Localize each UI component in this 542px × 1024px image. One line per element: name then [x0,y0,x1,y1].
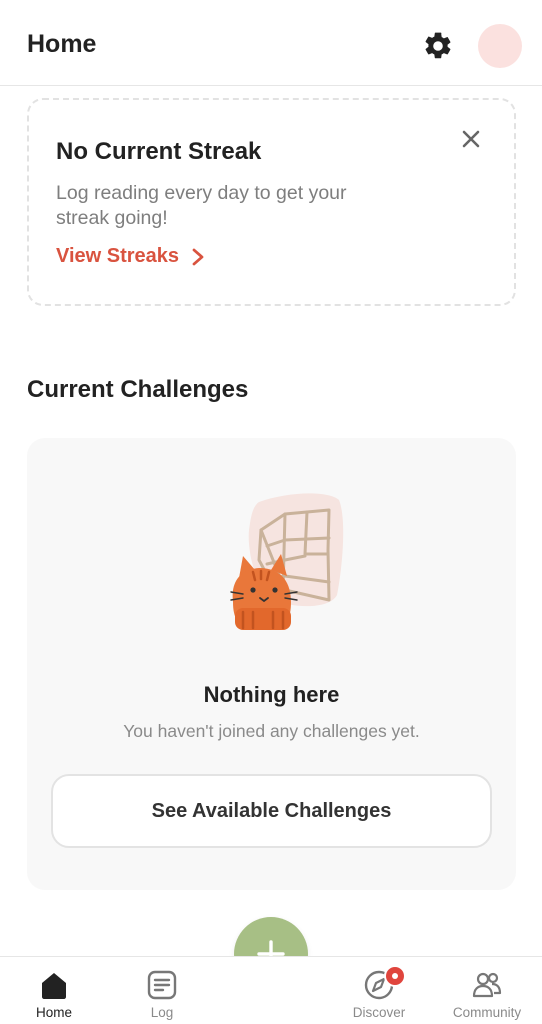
app-screen: Home No Current Streak Log reading every… [0,0,542,1024]
cat-illustration [230,493,344,630]
gear-icon [425,32,451,59]
home-icon [42,973,66,999]
nav-label-discover: Discover [352,1005,406,1020]
nav-label-log: Log [150,1005,174,1020]
nav-item-log[interactable]: Log [117,965,207,1023]
streak-card: No Current Streak Log reading every day … [27,98,516,306]
challenges-empty-card: Nothing here You haven't joined any chal… [27,438,516,890]
streak-heading: No Current Streak [56,138,262,165]
view-streaks-link[interactable]: View Streaks [56,245,205,268]
view-streaks-label: View Streaks [56,245,180,267]
nav-label-community: Community [452,1005,522,1020]
people-icon [472,972,502,998]
section-title: Current Challenges [27,376,249,403]
settings-button[interactable] [422,30,454,62]
top-header: Home [0,0,542,86]
page-title: Home [27,30,97,58]
chevron-right-icon [192,248,204,265]
streak-description: Log reading every day to get your streak… [56,182,347,229]
close-icon [462,130,480,148]
close-button[interactable] [460,128,482,150]
nav-item-home[interactable]: Home [9,965,99,1023]
log-icon [147,970,177,1000]
see-available-challenges-button[interactable]: See Available Challenges [51,774,492,848]
nav-label-home: Home [35,1005,72,1020]
bottom-nav: Home Log Discover Community [0,956,542,1024]
nav-item-community[interactable]: Community [442,965,532,1023]
nav-item-discover[interactable]: Discover [334,965,424,1023]
avatar[interactable] [478,24,522,68]
empty-state-subtitle: You haven't joined any challenges yet. [123,721,420,741]
empty-state-title: Nothing here [203,682,340,707]
notification-badge [384,965,406,987]
